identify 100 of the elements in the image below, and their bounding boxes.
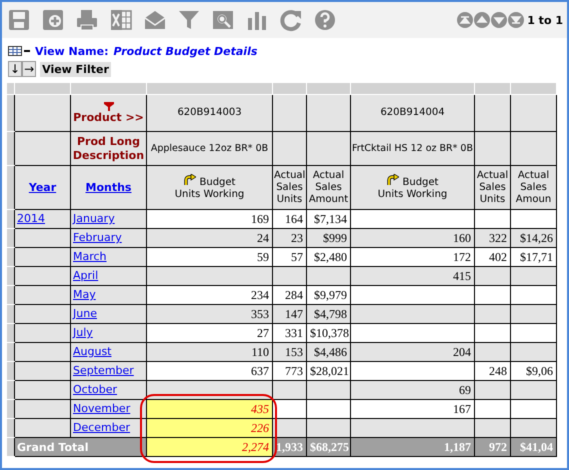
month-link[interactable]: July	[73, 326, 93, 339]
save-icon[interactable]	[6, 7, 32, 33]
last-page-icon[interactable]	[508, 12, 524, 28]
row-selector[interactable]	[6, 132, 14, 166]
row-selector[interactable]	[6, 400, 14, 418]
month-link[interactable]: January	[73, 212, 115, 225]
year-sort-link[interactable]: Year	[28, 181, 56, 194]
table-cell: $14,26	[510, 228, 556, 248]
product-filter-header[interactable]: Product >>	[70, 94, 146, 132]
table-cell: 1,187	[350, 438, 474, 456]
month-link[interactable]: February	[73, 231, 122, 244]
table-cell: 27	[146, 324, 272, 342]
row-selector[interactable]	[6, 304, 14, 324]
product-code: 620B914004	[350, 94, 474, 132]
column-header: Budget Units Working	[350, 166, 474, 210]
row-selector[interactable]	[6, 342, 14, 362]
column-handle[interactable]	[70, 83, 146, 94]
column-handle[interactable]	[306, 83, 350, 94]
row-selector[interactable]	[6, 362, 14, 380]
table-cell: $7,134	[306, 210, 350, 228]
table-cell: 172	[350, 248, 474, 266]
table-cell: 153	[272, 342, 306, 362]
table-cell: 147	[272, 304, 306, 324]
table-cell: 322	[474, 228, 510, 248]
table-cell: $999	[306, 228, 350, 248]
row-selector[interactable]	[6, 248, 14, 266]
table-cell: 331	[272, 324, 306, 342]
column-header: Budget Units Working	[146, 166, 272, 210]
column-header: Actual Sales Units	[272, 166, 306, 210]
month-link[interactable]: April	[73, 269, 98, 282]
curved-arrow-icon[interactable]	[386, 174, 399, 186]
header-cell	[510, 94, 556, 132]
month-link[interactable]: November	[73, 402, 130, 415]
row-selector[interactable]	[6, 228, 14, 248]
view-name: Product Budget Details	[114, 44, 258, 58]
column-handle[interactable]	[6, 83, 14, 94]
table-cell: $28,021	[306, 362, 350, 380]
table-cell: 415	[350, 266, 474, 286]
table-cell: 773	[272, 362, 306, 380]
table-cell: $41,04	[510, 438, 556, 456]
row-selector[interactable]	[6, 438, 14, 456]
table-cell: 435	[146, 400, 272, 418]
month-link[interactable]: October	[73, 383, 118, 396]
row-selector[interactable]	[6, 324, 14, 342]
month-link[interactable]: August	[73, 345, 112, 358]
year-value-link[interactable]: 2014	[17, 212, 45, 225]
header-cell	[306, 94, 350, 132]
column-handle[interactable]	[272, 83, 306, 94]
header-cell	[474, 132, 510, 166]
row-selector[interactable]	[6, 418, 14, 438]
row-selector[interactable]	[6, 286, 14, 304]
table-cell: 24	[146, 228, 272, 248]
spreadsheet-icon[interactable]	[108, 7, 134, 33]
header-cell	[474, 94, 510, 132]
filter-toggle-button[interactable]: →	[22, 61, 36, 77]
page-range: 1 to 1	[527, 14, 563, 26]
table-cell: 23	[272, 228, 306, 248]
collapse-grid-icon[interactable]	[8, 46, 30, 56]
row-selector[interactable]	[6, 380, 14, 400]
table-cell: 248	[474, 362, 510, 380]
column-handle[interactable]	[510, 83, 556, 94]
row-selector[interactable]	[6, 210, 14, 228]
table-cell: 204	[350, 342, 474, 362]
column-handle[interactable]	[146, 83, 272, 94]
month-link[interactable]: March	[73, 250, 107, 263]
next-page-icon[interactable]	[491, 12, 508, 28]
header-cell	[272, 94, 306, 132]
month-link[interactable]: June	[73, 307, 97, 320]
column-handle[interactable]	[474, 83, 510, 94]
table-cell: $17,71	[510, 248, 556, 266]
table-cell: $10,378	[306, 324, 350, 342]
month-link[interactable]: December	[73, 421, 130, 434]
table-cell: 160	[350, 228, 474, 248]
filter-icon[interactable]	[104, 102, 114, 110]
filter-toggle-button[interactable]: ↓	[8, 61, 22, 77]
row-selector[interactable]	[6, 266, 14, 286]
curved-arrow-icon[interactable]	[184, 174, 196, 186]
previous-page-icon[interactable]	[474, 12, 490, 28]
header-cell	[306, 132, 350, 166]
table-cell: 69	[350, 380, 474, 400]
months-sort-link[interactable]: Months	[86, 181, 132, 194]
header-cell	[272, 132, 306, 166]
help-icon[interactable]	[312, 7, 338, 33]
row-selector[interactable]	[6, 94, 14, 132]
month-link[interactable]: September	[73, 364, 134, 377]
table-cell: $68,275	[306, 438, 350, 456]
add-document-icon[interactable]	[40, 7, 66, 33]
table-cell: 57	[272, 248, 306, 266]
product-description: Applesauce 12oz BR* 0B	[146, 132, 272, 166]
month-link[interactable]: May	[73, 288, 96, 301]
table-cell: 284	[272, 286, 306, 304]
column-handle[interactable]	[350, 83, 474, 94]
refresh-icon[interactable]	[278, 7, 304, 33]
product-description: FrtCktail HS 12 oz BR* 0B	[350, 132, 474, 166]
first-page-icon[interactable]	[457, 12, 474, 28]
table-cell: 110	[146, 342, 272, 362]
column-handle[interactable]	[14, 83, 70, 94]
header-cell	[14, 94, 70, 132]
column-header: Actual Sales Amoun	[510, 166, 556, 210]
row-selector[interactable]	[6, 166, 14, 210]
